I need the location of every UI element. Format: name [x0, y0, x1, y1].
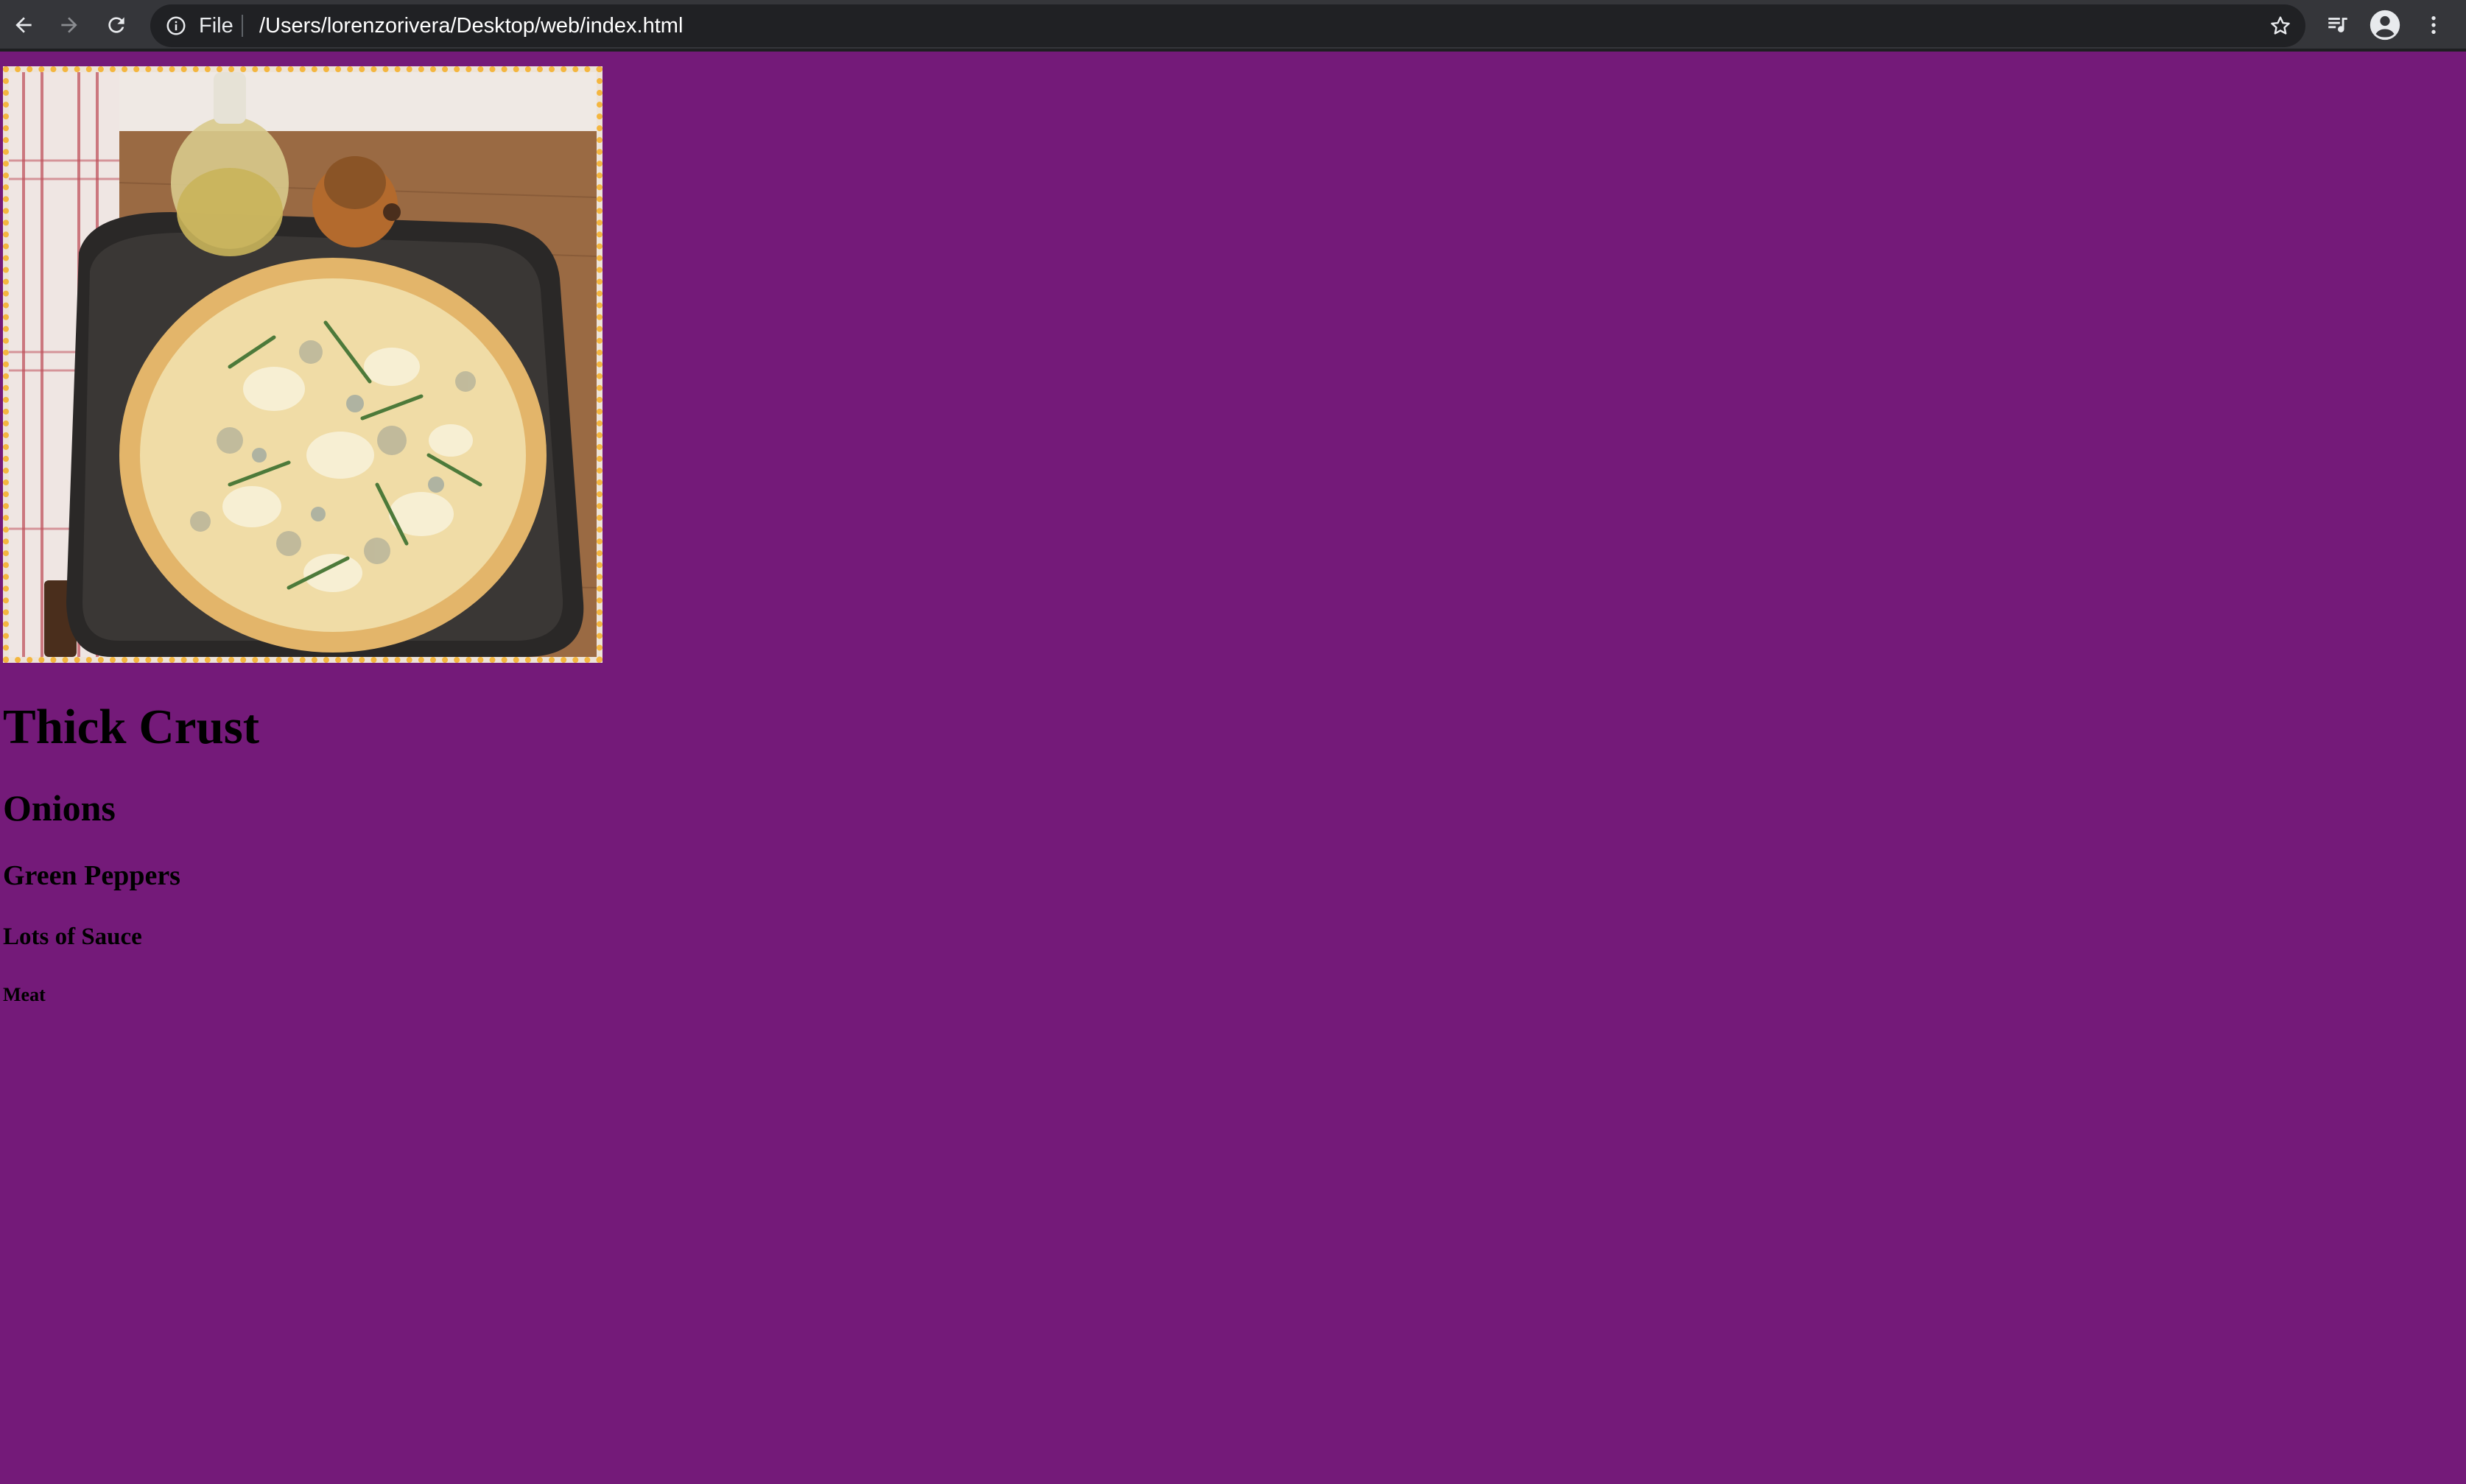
- arrow-forward-icon: [61, 17, 77, 33]
- media-queue-icon: [2328, 18, 2347, 32]
- reload-button[interactable]: [97, 6, 136, 44]
- forward-button[interactable]: [50, 6, 88, 44]
- star-icon[interactable]: [2269, 14, 2292, 38]
- url-text[interactable]: /Users/lorenzorivera/Desktop/web/index.h…: [259, 4, 683, 47]
- back-button[interactable]: [4, 6, 43, 44]
- address-bar[interactable]: File /Users/lorenzorivera/Desktop/web/in…: [150, 4, 2305, 47]
- heading-thick-crust: Thick Crust: [3, 700, 260, 754]
- reload-icon: [108, 17, 124, 33]
- browser-toolbar: File /Users/lorenzorivera/Desktop/web/in…: [0, 0, 2466, 52]
- profile-button[interactable]: [2366, 6, 2404, 44]
- heading-green-peppers: Green Peppers: [3, 860, 180, 891]
- pizza-photo: [9, 72, 597, 657]
- pizza-image: [3, 66, 603, 663]
- info-icon[interactable]: [165, 15, 187, 37]
- heading-meat: Meat: [3, 984, 46, 1005]
- kebab-menu-icon: [2431, 16, 2436, 34]
- media-button[interactable]: [2319, 6, 2357, 44]
- menu-button[interactable]: [2414, 6, 2453, 44]
- arrow-back-icon: [15, 17, 32, 33]
- heading-onions: Onions: [3, 787, 116, 829]
- scheme-label: File: [199, 14, 233, 38]
- heading-lots-of-sauce: Lots of Sauce: [3, 924, 142, 950]
- account-circle-icon: [2370, 10, 2400, 41]
- omnibox-divider: [242, 15, 243, 37]
